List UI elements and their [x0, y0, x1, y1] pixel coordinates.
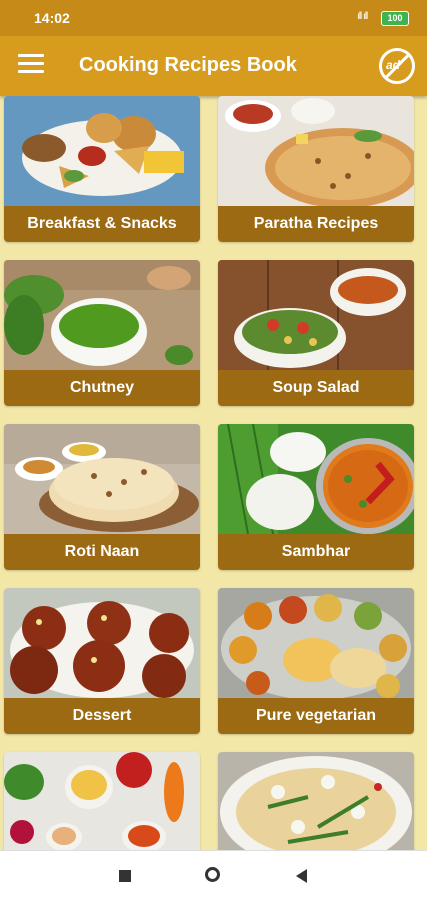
category-label: Dessert	[4, 698, 200, 734]
category-label: Soup Salad	[218, 370, 414, 406]
category-card-partial-right[interactable]	[218, 752, 414, 850]
status-time: 14:02	[34, 10, 70, 26]
pasta-image	[218, 752, 414, 850]
category-label: Pure vegetarian	[218, 698, 414, 734]
category-card-sambhar[interactable]: Sambhar	[218, 424, 414, 570]
system-nav-bar	[0, 850, 427, 901]
vegetables-image	[4, 752, 200, 850]
category-card-dessert[interactable]: Dessert	[4, 588, 200, 734]
category-card-breakfast-snacks[interactable]: Breakfast & Snacks	[4, 96, 200, 242]
status-bar: 14:02 ıll ıll 100	[0, 0, 427, 36]
pure-vegetarian-image	[218, 588, 414, 698]
soup-salad-image	[218, 260, 414, 370]
category-card-paratha-recipes[interactable]: Paratha Recipes	[218, 96, 414, 242]
app-bar: Cooking Recipes Book ad	[0, 36, 427, 96]
category-label: Paratha Recipes	[218, 206, 414, 242]
sambhar-image	[218, 424, 414, 534]
category-card-partial-left[interactable]	[4, 752, 200, 850]
paratha-recipes-image	[218, 96, 414, 206]
category-card-roti-naan[interactable]: Roti Naan	[4, 424, 200, 570]
category-card-pure-vegetarian[interactable]: Pure vegetarian	[218, 588, 414, 734]
signal-icon: ıll ıll	[357, 11, 368, 22]
category-label: Breakfast & Snacks	[4, 206, 200, 242]
hamburger-menu-icon[interactable]	[18, 54, 44, 78]
battery-icon: 100	[381, 11, 409, 26]
category-card-chutney[interactable]: Chutney	[4, 260, 200, 406]
category-grid: Breakfast & Snacks Paratha Recipes Chutn…	[0, 96, 427, 850]
breakfast-snacks-image	[4, 96, 200, 206]
category-label: Roti Naan	[4, 534, 200, 570]
square-icon[interactable]	[119, 870, 131, 882]
triangle-back-icon[interactable]	[296, 869, 307, 883]
dessert-image	[4, 588, 200, 698]
category-label: Sambhar	[218, 534, 414, 570]
chutney-image	[4, 260, 200, 370]
roti-naan-image	[4, 424, 200, 534]
category-card-soup-salad[interactable]: Soup Salad	[218, 260, 414, 406]
app-title: Cooking Recipes Book	[79, 54, 297, 76]
circle-icon[interactable]	[205, 867, 220, 882]
category-label: Chutney	[4, 370, 200, 406]
no-ads-icon[interactable]: ad	[379, 48, 415, 84]
